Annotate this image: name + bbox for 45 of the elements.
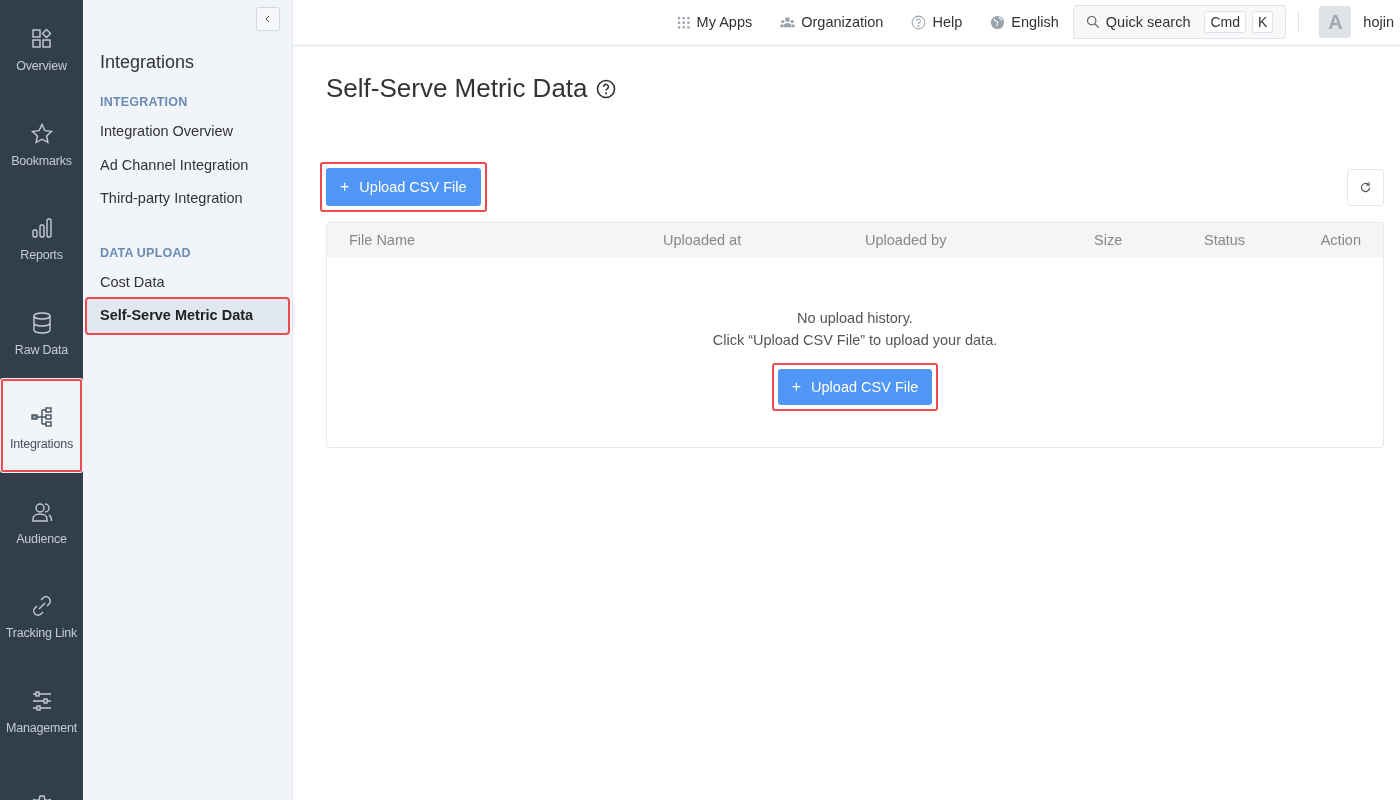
user-name[interactable]: hojin xyxy=(1363,14,1394,30)
help-icon xyxy=(911,14,927,30)
topbar-link[interactable]: My Apps xyxy=(675,14,753,30)
sidebar-item[interactable]: Third-party Integration xyxy=(87,182,288,216)
sidebar-item[interactable]: Self-Serve Metric Data xyxy=(87,299,288,333)
column-header: File Name xyxy=(349,232,417,248)
sidebar-item[interactable]: Ad Channel Integration xyxy=(87,148,288,182)
nav-item[interactable]: Integrations xyxy=(0,378,83,473)
shortcut-key: Cmd xyxy=(1204,11,1246,33)
nav-item[interactable]: Management xyxy=(0,661,83,756)
column-header: Size xyxy=(1094,232,1124,248)
section-heading: INTEGRATION xyxy=(99,95,189,111)
nav-item[interactable]: Raw Data xyxy=(0,283,83,378)
nav-item[interactable]: Audience xyxy=(0,472,83,567)
column-header: Action xyxy=(1320,232,1361,248)
search-placeholder: Quick search xyxy=(1105,14,1191,30)
quick-search-field[interactable]: Quick search Cmd K xyxy=(1072,5,1287,39)
refresh-button[interactable] xyxy=(1347,168,1384,206)
language-icon xyxy=(990,14,1006,30)
nav-item[interactable]: Overview xyxy=(0,0,83,95)
search-icon xyxy=(1085,15,1100,29)
sidebar-item[interactable]: Cost Data xyxy=(87,265,288,299)
section-heading: DATA UPLOAD xyxy=(99,245,192,262)
column-header: Uploaded at xyxy=(663,232,743,248)
reports-icon xyxy=(29,216,54,241)
column-header: Status xyxy=(1204,232,1247,248)
empty-message: No upload history. xyxy=(797,309,913,328)
empty-hint: Click “Upload CSV File” to upload your data. xyxy=(712,331,998,350)
nav-item[interactable]: Tracking Link xyxy=(0,567,83,662)
organization-icon xyxy=(780,14,796,30)
sidebar-title: Integrations xyxy=(99,51,196,73)
topbar-link[interactable]: Organization xyxy=(780,14,884,30)
topbar-link[interactable]: English xyxy=(990,14,1059,30)
topbar-link[interactable]: Help xyxy=(911,14,963,30)
column-header: Uploaded by xyxy=(865,232,948,248)
sidebar-item[interactable]: Integration Overview xyxy=(87,115,288,149)
help-icon[interactable] xyxy=(595,78,616,99)
page-title: Self-Serve Metric Data xyxy=(326,73,588,104)
integrations-icon xyxy=(29,405,54,430)
nav-item[interactable]: Bookmarks xyxy=(0,94,83,189)
nav-item[interactable]: Reports xyxy=(0,189,83,284)
bookmarks-icon xyxy=(29,121,54,146)
refresh-icon xyxy=(1359,180,1372,194)
apps-icon xyxy=(675,14,691,30)
shortcut-key: K xyxy=(1252,11,1274,33)
